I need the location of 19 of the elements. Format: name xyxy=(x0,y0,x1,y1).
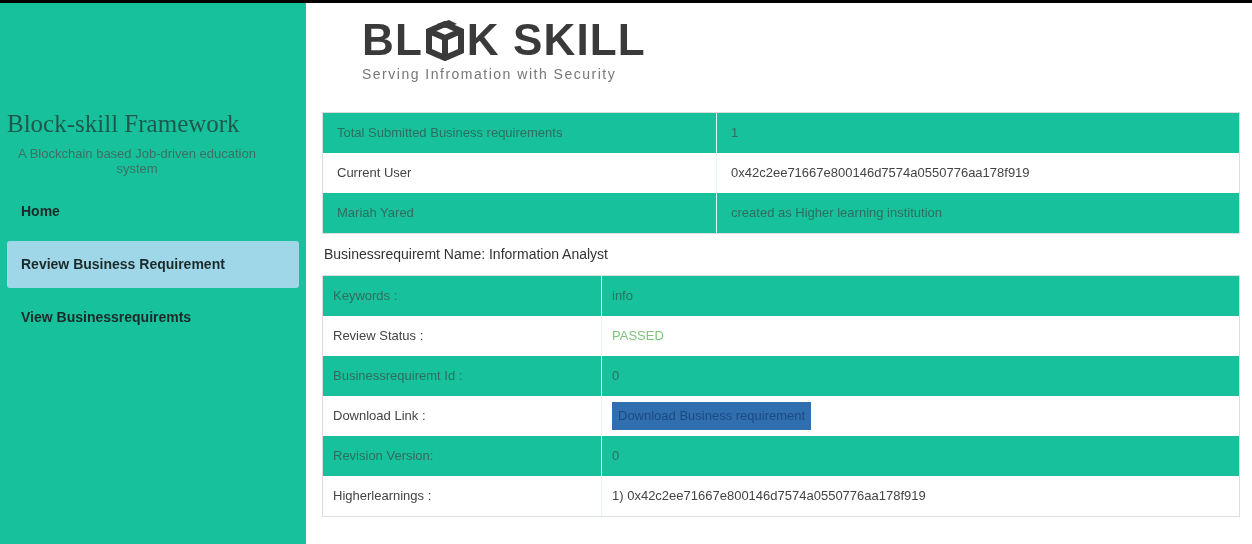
status-text: PASSED xyxy=(612,327,664,346)
sidebar-subtitle: A Blockchain based Job-driven education system xyxy=(17,145,257,176)
table-cell-text: 0 xyxy=(612,367,620,386)
table-cell-text: 1) 0x42c2ee71667e800146d7574a0550776aa178f919 xyxy=(612,487,926,506)
logo-text: BL xyxy=(362,20,423,60)
nav-link[interactable]: View Businessrequiremts xyxy=(7,293,299,341)
logo-tagline: Serving Infromation with Security xyxy=(362,65,618,84)
table-cell-text: created as Higher learning institution xyxy=(730,204,943,223)
table-cell: Higherlearnings : xyxy=(323,476,602,516)
nav-link[interactable]: Home xyxy=(7,187,299,235)
table-cell-text: 0 xyxy=(612,447,620,466)
table-cell-text: info xyxy=(612,287,633,306)
sidebar-title: Block-skill Framework xyxy=(7,109,241,139)
logo-text: K SKILL xyxy=(466,20,646,60)
nav-link[interactable]: Review Business Requirement xyxy=(7,240,299,288)
table-cell-text: 1 xyxy=(730,124,740,143)
table-cell: Mariah Yared xyxy=(323,193,717,233)
requirement-name: Businessrequiremt Name: Information Analyst xyxy=(323,245,609,264)
table-cell-text: 0x42c2ee71667e800146d7574a0550776aa178f919 xyxy=(730,164,1031,183)
